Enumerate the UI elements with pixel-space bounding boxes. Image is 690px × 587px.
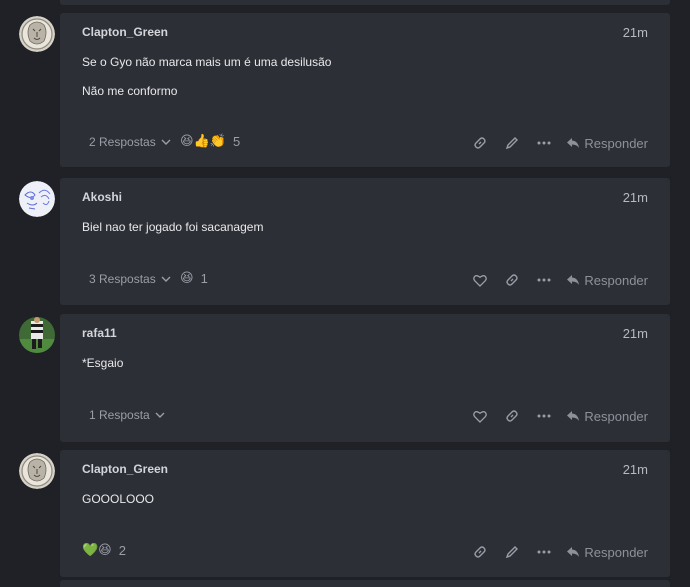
- post-body: Se o Gyo não marca mais um é uma desilus…: [82, 56, 642, 114]
- reply-arrow-icon: [567, 138, 580, 148]
- reply-button[interactable]: Responder: [566, 409, 648, 424]
- username[interactable]: Akoshi: [82, 190, 122, 204]
- reply-arrow-icon: [567, 411, 580, 421]
- reaction-count: 5: [232, 133, 241, 149]
- post-actions: Responder: [464, 269, 648, 291]
- more-icon: [537, 414, 551, 418]
- replies-toggle[interactable]: 1 Resposta: [89, 408, 165, 422]
- pencil-icon: [506, 137, 519, 150]
- username[interactable]: rafa11: [82, 326, 117, 340]
- post-actions: Responder: [464, 132, 648, 154]
- reply-label: Responder: [584, 135, 648, 151]
- post-body: Biel nao ter jogado foi sacanagem: [82, 221, 642, 250]
- reply-arrow-icon: [567, 275, 580, 285]
- username[interactable]: Clapton_Green: [82, 25, 168, 39]
- more-button[interactable]: [528, 132, 560, 154]
- post-card: Clapton_Green 21m GOOOLOOO 💚😆 2 Responde…: [60, 450, 670, 577]
- user-avatar[interactable]: [19, 16, 55, 52]
- replies-label: 2 Respostas: [89, 135, 156, 149]
- replies-toggle[interactable]: 2 Respostas: [89, 135, 171, 149]
- post: Akoshi 21m Biel nao ter jogado foi sacan…: [0, 178, 690, 305]
- chevron-down-icon: [155, 412, 165, 418]
- link-icon: [506, 410, 519, 422]
- post-body: GOOOLOOO: [82, 493, 642, 522]
- pencil-icon: [506, 546, 519, 559]
- reply-button[interactable]: Responder: [566, 136, 648, 151]
- reaction-emojis: 😆👍👏: [180, 133, 226, 148]
- copy-link-button[interactable]: [464, 132, 496, 154]
- chevron-down-icon: [161, 139, 171, 145]
- post: rafa11 21m *Esgaio 1 Resposta Responder: [0, 314, 690, 442]
- more-icon: [537, 550, 551, 554]
- reply-label: Responder: [584, 408, 648, 424]
- post-text-line: Não me conformo: [82, 84, 178, 98]
- post-text-line: *Esgaio: [82, 356, 124, 370]
- post-time[interactable]: 21m: [623, 462, 648, 477]
- post-card: Akoshi 21m Biel nao ter jogado foi sacan…: [60, 178, 670, 305]
- post-text-line: Biel nao ter jogado foi sacanagem: [82, 220, 264, 234]
- copy-link-button[interactable]: [496, 269, 528, 291]
- replies-label: 3 Respostas: [89, 272, 156, 286]
- user-avatar[interactable]: [19, 453, 55, 489]
- post: Clapton_Green 21m GOOOLOOO 💚😆 2 Responde…: [0, 450, 690, 577]
- more-icon: [537, 141, 551, 145]
- post-actions: Responder: [464, 405, 648, 427]
- link-icon: [474, 546, 487, 558]
- post-card: Clapton_Green 21m Se o Gyo não marca mai…: [60, 13, 670, 167]
- like-button[interactable]: [464, 405, 496, 427]
- link-icon: [506, 274, 519, 286]
- post-footer: 2 Respostas 😆👍👏 5 Responder: [60, 128, 670, 156]
- post-time[interactable]: 21m: [623, 326, 648, 341]
- post-card: rafa11 21m *Esgaio 1 Resposta Responder: [60, 314, 670, 442]
- user-avatar[interactable]: [19, 317, 55, 353]
- previous-post-edge: [60, 0, 670, 5]
- reactions[interactable]: 😆 1: [180, 270, 208, 286]
- replies-toggle[interactable]: 3 Respostas: [89, 272, 171, 286]
- reply-button[interactable]: Responder: [566, 545, 648, 560]
- post-text-line: Se o Gyo não marca mais um é uma desilus…: [82, 55, 332, 69]
- heart-icon: [473, 410, 488, 423]
- lion-avatar-icon: [19, 16, 55, 52]
- reactions[interactable]: 😆👍👏 5: [180, 133, 240, 149]
- edit-button[interactable]: [496, 132, 528, 154]
- football-avatar-icon: [19, 317, 55, 353]
- post-footer: 💚😆 2 Responder: [60, 537, 670, 565]
- reply-button[interactable]: Responder: [566, 273, 648, 288]
- edit-button[interactable]: [496, 541, 528, 563]
- reaction-emojis: 😆: [180, 270, 194, 285]
- post-time[interactable]: 21m: [623, 25, 648, 40]
- reaction-count: 2: [118, 542, 126, 558]
- more-icon: [537, 278, 551, 282]
- lion-avatar-icon: [19, 453, 55, 489]
- copy-link-button[interactable]: [496, 405, 528, 427]
- user-avatar[interactable]: [19, 181, 55, 217]
- copy-link-button[interactable]: [464, 541, 496, 563]
- next-post-edge: [60, 580, 670, 587]
- replies-label: 1 Resposta: [89, 408, 150, 422]
- like-button[interactable]: [464, 269, 496, 291]
- sketch-avatar-icon: [19, 181, 55, 217]
- more-button[interactable]: [528, 269, 560, 291]
- post-time[interactable]: 21m: [623, 190, 648, 205]
- post-footer: 3 Respostas 😆 1 Responder: [60, 265, 670, 293]
- heart-icon: [473, 274, 488, 287]
- reply-label: Responder: [584, 544, 648, 560]
- reply-label: Responder: [584, 272, 648, 288]
- chevron-down-icon: [161, 276, 171, 282]
- reply-arrow-icon: [567, 547, 580, 557]
- reactions[interactable]: 💚😆 2: [82, 542, 126, 558]
- post-body: *Esgaio: [82, 357, 642, 386]
- link-icon: [474, 137, 487, 149]
- username[interactable]: Clapton_Green: [82, 462, 168, 476]
- more-button[interactable]: [528, 405, 560, 427]
- reaction-count: 1: [200, 270, 208, 286]
- post-footer: 1 Resposta Responder: [60, 401, 670, 429]
- post: Clapton_Green 21m Se o Gyo não marca mai…: [0, 13, 690, 167]
- post-actions: Responder: [464, 541, 648, 563]
- more-button[interactable]: [528, 541, 560, 563]
- post-text-line: GOOOLOOO: [82, 492, 155, 506]
- reaction-emojis: 💚😆: [82, 542, 112, 557]
